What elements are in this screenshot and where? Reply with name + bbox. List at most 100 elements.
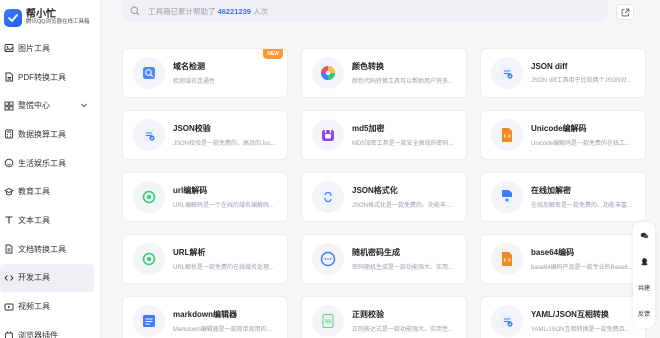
qq-button[interactable] [633,248,655,274]
tool-card[interactable]: JSON校验 JSON校验是一款免费的、高效的Jso... [122,110,288,160]
tool-title: 在线加解密 [531,186,571,195]
calculator-icon [4,129,14,139]
video-icon [4,302,14,312]
sidebar-item-label: 生活娱乐工具 [18,158,66,168]
regex-icon: PJB [312,305,344,337]
sidebar-item-label: 浏览器插件 [18,330,58,338]
tool-card[interactable]: URL解析 URL解析是一款免费的在线域名处理... [122,234,288,284]
password-gen-icon [312,243,344,275]
tool-card[interactable]: markdown编辑器 Markdown编辑器是一款简单易用的... [122,296,288,338]
tool-title: JSON格式化 [352,186,398,195]
tool-description: 密码随机生成是一款功能强大、实用... [352,265,454,271]
tool-description: MD5加密工具是一款安全高效的密码... [352,141,454,147]
tool-card[interactable]: 在线加解密 在线加解密是一款免费的、功能丰富... [480,172,646,222]
leisure-icon [4,158,14,168]
url-parse-icon [133,243,165,275]
search-icon [130,6,140,16]
search-placeholder: 工具箱已累计帮助了 46221239 人次 [148,6,269,16]
share-icon [621,8,629,16]
sidebar-item[interactable]: 生活娱乐工具 [0,149,100,178]
tool-card[interactable]: base64编码 base64编码产品是一款专业的Base6... [480,234,646,284]
tool-card[interactable]: 颜色转换 颜色代码转换工具可以帮助用户将多... [301,48,467,98]
tool-title: base64编码 [531,248,575,257]
tool-description: Unicode编解码是一款免费的在线工... [531,141,631,147]
tool-description: URL编解码是一个在线的域名编解码... [173,203,275,209]
brand-subtitle: 腾讯QQ浏览器在线工具箱 [26,19,90,26]
encrypt-icon [491,181,523,213]
tool-card[interactable]: JSON diff JSON diff工具用于比较两个JSON对... [480,48,646,98]
wechat-button[interactable] [633,222,655,248]
search-bar[interactable]: 工具箱已累计帮助了 46221239 人次 [122,0,608,22]
sidebar-item[interactable]: 文档转换工具 [0,235,100,264]
feedback-button[interactable]: 反馈 [633,300,655,326]
tool-card[interactable]: 随机密码生成密码随机生成是一款功能强大、实用... [301,234,467,284]
sidebar-item-label: 整慌中心 [18,101,50,111]
sidebar-item[interactable]: 整慌中心 [0,91,100,120]
tool-title: URL解析 [173,248,206,257]
lock-icon [312,119,344,151]
tool-description: JSON diff工具用于比较两个JSON对... [531,78,632,84]
color-wheel-icon [312,57,344,89]
tool-description: base64编码产品是一款专业的Base6... [531,265,633,271]
svg-text:PJB: PJB [325,319,332,324]
sidebar-item-label: 开发工具 [18,273,50,283]
tool-title: 域名检测 [173,62,205,71]
image-icon [4,43,14,53]
wechat-icon [640,232,648,238]
tool-title: 正则校验 [352,310,384,319]
sidebar-item[interactable]: 文本工具 [0,206,100,235]
json-diff-icon [491,57,523,89]
tool-card[interactable]: url编解码 URL编解码是一个在线的域名编解码... [122,172,288,222]
sidebar-item[interactable]: PDF转换工具 [0,63,100,92]
sidebar-nav: 图片工具 PDF转换工具 整慌中心数据换算工具 生活娱乐工具 教育工具文本工具文档转换工… [0,34,100,338]
tool-description: YAML/JSON互相转换是一款免费且... [531,327,630,333]
tool-card[interactable]: PJB 正则校验正则表达式是一款功能强大、实用性... [301,296,467,338]
json-format-icon [312,181,344,213]
tool-description: 正则表达式是一款功能强大、实用性... [352,327,454,333]
tool-description: 检测域名连通性 [173,79,216,85]
tool-card[interactable]: 域名检测检测域名连通性 NEW [122,48,288,98]
chevron-down-icon[interactable] [80,101,88,109]
tool-title: md5加密 [352,124,385,133]
grid-icon [4,101,14,111]
sidebar: 帮小忙 腾讯QQ浏览器在线工具箱 图片工具 PDF转换工具 整慌中心数据换算工具 生活… [0,0,101,338]
brand[interactable]: 帮小忙 腾讯QQ浏览器在线工具箱 [0,0,100,30]
sidebar-item-label: PDF转换工具 [18,72,66,82]
code-icon [4,273,14,283]
sidebar-item[interactable]: 开发工具 [0,263,94,293]
yaml-json-icon [491,305,523,337]
tool-card[interactable]: JSON格式化 JSON格式化是一款免费的、功能丰... [301,172,467,222]
tool-grid: 域名检测检测域名连通性 NEW 颜色转换 颜色代码转换工具可以帮助用户将多... JSO… [122,48,647,338]
json-check-icon [133,119,165,151]
tool-title: Unicode编解码 [531,124,587,133]
tool-card[interactable]: Unicode编解码 Unicode编解码是一款免费的在线工... [480,110,646,160]
sidebar-item[interactable]: 教育工具 [0,177,100,206]
sidebar-item-label: 文本工具 [18,215,50,225]
sidebar-item[interactable]: 图片工具 [0,34,100,63]
tool-title: 随机密码生成 [352,248,400,257]
tool-title: markdown编辑器 [173,310,238,319]
domain-check-icon [133,57,165,89]
url-icon [133,181,165,213]
sidebar-item-label: 数据换算工具 [18,129,66,139]
code-brackets-icon [491,119,523,151]
share-link-button[interactable] [616,4,634,20]
sidebar-item-label: 文档转换工具 [18,244,66,254]
float-toolbar: 共建 反馈 [633,222,655,328]
sidebar-item-label: 教育工具 [18,187,50,197]
tool-card[interactable]: YAML/JSON互相转换 YAML/JSON互相转换是一款免费且... [480,296,646,338]
tool-title: JSON diff [531,62,568,71]
sidebar-item[interactable]: 浏览器插件 [0,321,100,338]
plugin-icon [4,330,14,338]
qq-icon [641,257,647,265]
pdf-icon [4,72,14,82]
sidebar-item-label: 图片工具 [18,43,50,53]
co-build-button[interactable]: 共建 [633,274,655,300]
tool-description: URL解析是一款免费的在线域名处理... [173,265,275,271]
new-badge: NEW [263,49,283,59]
sidebar-item[interactable]: 数据换算工具 [0,120,100,149]
logo-icon [4,9,22,27]
text-icon [4,215,14,225]
tool-card[interactable]: md5加密 MD5加密工具是一款安全高效的密码... [301,110,467,160]
sidebar-item[interactable]: 视频工具 [0,292,100,321]
